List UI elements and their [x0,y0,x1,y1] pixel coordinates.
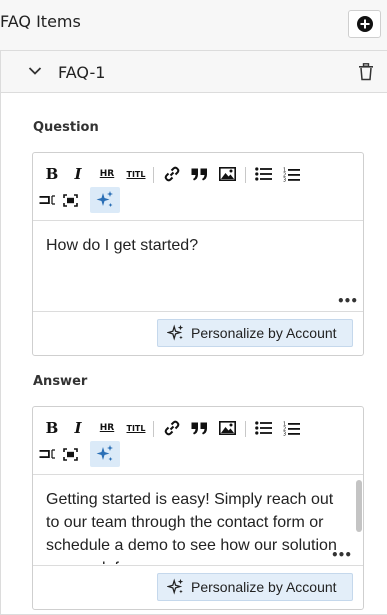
svg-text:3: 3 [283,431,286,436]
answer-footer: Personalize by Account [33,565,363,609]
faq-item-header[interactable]: FAQ-1 [1,51,387,93]
bold-icon[interactable]: B [44,163,60,185]
italic-icon[interactable]: I [71,417,85,439]
italic-icon[interactable]: I [71,163,85,185]
link-icon[interactable] [162,163,182,185]
svg-text:3: 3 [283,177,286,182]
title-icon[interactable]: TITL [125,163,147,185]
answer-text: Getting started is easy! Simply reach ou… [46,491,337,564]
link-icon[interactable] [162,417,182,439]
ai-sparkle-button[interactable] [90,441,120,467]
chevron-down-icon[interactable] [28,65,42,77]
personalize-label: Personalize by Account [191,325,337,341]
faq-item-label: FAQ-1 [58,63,106,82]
indent-icon[interactable] [38,189,56,211]
ai-sparkle-button[interactable] [90,187,120,213]
image-icon[interactable] [217,417,237,439]
indent-icon[interactable] [38,443,56,465]
toolbar-divider [153,167,154,183]
question-text: How do I get started? [46,237,199,254]
personalize-label: Personalize by Account [191,579,337,595]
plus-circle-icon [356,16,373,32]
answer-text-area[interactable]: Getting started is easy! Simply reach ou… [33,476,363,564]
bullet-list-icon[interactable] [253,417,273,439]
hr-icon[interactable]: HR [97,417,117,439]
page-title: FAQ Items [0,12,81,31]
quote-icon[interactable] [189,163,209,185]
numbered-list-icon[interactable]: 123 [281,417,301,439]
ai-sparkle-icon [167,324,184,341]
personalize-by-account-button[interactable]: Personalize by Account [157,573,353,601]
fullscreen-icon[interactable] [60,189,80,211]
bullet-list-icon[interactable] [253,163,273,185]
answer-label: Answer [33,374,88,389]
faq-items-header: FAQ Items [0,0,387,48]
personalize-by-account-button[interactable]: Personalize by Account [157,319,353,347]
ai-sparkle-icon [96,191,113,207]
quote-icon[interactable] [189,417,209,439]
image-icon[interactable] [217,163,237,185]
answer-editor: B I HR TITL 123 Getting started is easy!… [32,406,364,610]
add-faq-button[interactable] [348,10,381,38]
answer-scrollbar[interactable] [356,480,362,532]
ai-sparkle-icon [96,445,113,461]
hr-icon[interactable]: HR [97,163,117,185]
question-label: Question [33,120,99,135]
question-footer: Personalize by Account [33,311,363,355]
question-toolbar: B I HR TITL 123 [33,153,363,221]
toolbar-divider [245,421,246,437]
ai-sparkle-icon [167,578,184,595]
bold-icon[interactable]: B [44,417,60,439]
numbered-list-icon[interactable]: 123 [281,163,301,185]
title-icon[interactable]: TITL [125,417,147,439]
trash-icon[interactable] [358,63,374,81]
faq-item-panel: FAQ-1 Question B I HR TITL 1 2 3 How do … [0,50,387,615]
question-text-area[interactable]: How do I get started? ••• [33,222,363,310]
toolbar-divider [245,167,246,183]
more-icon[interactable]: ••• [337,294,358,308]
toolbar-divider [153,421,154,437]
fullscreen-icon[interactable] [60,443,80,465]
more-icon[interactable]: ••• [331,548,352,562]
answer-toolbar: B I HR TITL 123 [33,407,363,475]
question-editor: B I HR TITL 123 How do I get started? ••… [32,152,364,356]
